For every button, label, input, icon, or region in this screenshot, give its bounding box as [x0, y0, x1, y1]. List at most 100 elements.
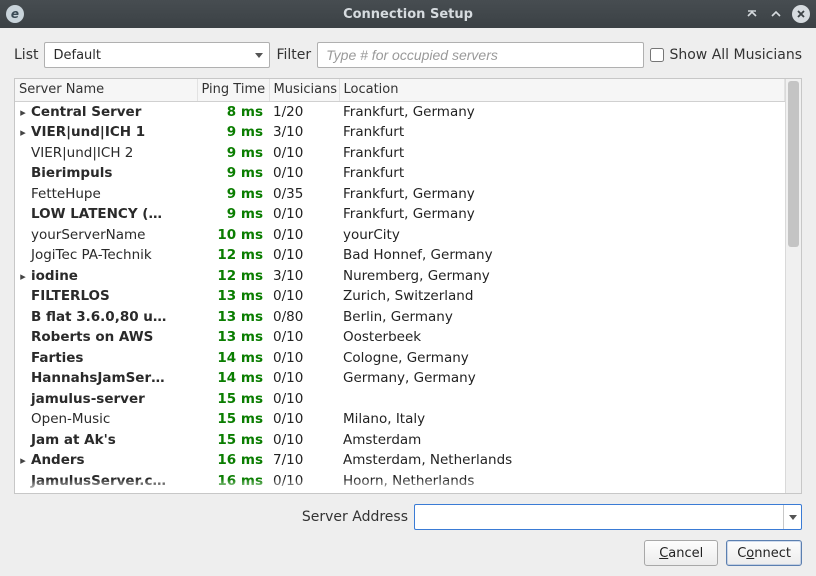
server-address-input[interactable] — [414, 504, 802, 530]
table-row[interactable]: JamulusServer.c…16 ms0/10Hoorn, Netherla… — [15, 471, 785, 492]
show-all-checkbox-input[interactable] — [650, 48, 664, 62]
musicians-value: 7/10 — [269, 450, 339, 471]
col-header-location[interactable]: Location — [339, 79, 785, 101]
ping-value: 15 ms — [197, 389, 269, 410]
expand-icon[interactable]: ▸ — [18, 455, 28, 466]
musicians-value: 3/10 — [269, 122, 339, 143]
server-name: Central Server — [31, 104, 141, 120]
musicians-value: 0/10 — [269, 471, 339, 492]
server-name: Open-Music — [31, 411, 110, 427]
ping-value: 13 ms — [197, 327, 269, 348]
ping-value: 12 ms — [197, 245, 269, 266]
musicians-value: 0/10 — [269, 409, 339, 430]
location-value: Frankfurt — [339, 122, 785, 143]
server-address-dropdown[interactable] — [783, 505, 801, 529]
location-value: Amsterdam — [339, 430, 785, 451]
table-row[interactable]: Open-Music15 ms0/10Milano, Italy — [15, 409, 785, 430]
ping-value: 12 ms — [197, 266, 269, 287]
roll-up-icon[interactable] — [744, 6, 760, 22]
table-row[interactable]: teletalia.com16 ms0/10United States — [15, 491, 785, 493]
musicians-value: 0/10 — [269, 143, 339, 164]
server-name: VIER|und|ICH 1 — [31, 124, 145, 140]
location-value — [339, 389, 785, 410]
table-row[interactable]: Roberts on AWS13 ms0/10Oosterbeek — [15, 327, 785, 348]
location-value: Frankfurt, Germany — [339, 204, 785, 225]
table-row[interactable]: yourServerName10 ms0/10yourCity — [15, 225, 785, 246]
ping-value: 13 ms — [197, 286, 269, 307]
ping-value: 16 ms — [197, 471, 269, 492]
musicians-value: 0/10 — [269, 348, 339, 369]
scrollbar-thumb[interactable] — [788, 81, 799, 247]
show-all-checkbox[interactable]: Show All Musicians — [650, 47, 802, 63]
titlebar: e Connection Setup — [0, 0, 816, 28]
location-value: Bad Honnef, Germany — [339, 245, 785, 266]
table-row[interactable]: VIER|und|ICH 29 ms0/10Frankfurt — [15, 143, 785, 164]
server-name: iodine — [31, 268, 78, 284]
content-area: List Default Filter Show All Musicians S… — [0, 28, 816, 576]
table-header-row: Server Name Ping Time Musicians Location — [15, 79, 785, 101]
table-row[interactable]: B flat 3.6.0,80 u…13 ms0/80Berlin, Germa… — [15, 307, 785, 328]
ping-value: 14 ms — [197, 368, 269, 389]
scrollbar[interactable] — [785, 79, 801, 493]
location-value: yourCity — [339, 225, 785, 246]
list-combo[interactable]: Default — [44, 42, 270, 68]
musicians-value: 0/10 — [269, 430, 339, 451]
expand-icon[interactable]: ▸ — [18, 107, 28, 118]
ping-value: 13 ms — [197, 307, 269, 328]
musicians-value: 0/10 — [269, 389, 339, 410]
table-row[interactable]: ▸VIER|und|ICH 19 ms3/10Frankfurt — [15, 122, 785, 143]
col-header-musicians[interactable]: Musicians — [269, 79, 339, 101]
server-name: Bierimpuls — [31, 165, 112, 181]
server-table: Server Name Ping Time Musicians Location… — [14, 78, 802, 494]
col-header-ping[interactable]: Ping Time — [197, 79, 269, 101]
table-row[interactable]: JogiTec PA-Technik 12 ms0/10Bad Honnef, G… — [15, 245, 785, 266]
location-value: Cologne, Germany — [339, 348, 785, 369]
table-row[interactable]: jamulus-server15 ms0/10 — [15, 389, 785, 410]
musicians-value: 0/10 — [269, 204, 339, 225]
location-value: Amsterdam, Netherlands — [339, 450, 785, 471]
filter-input[interactable] — [317, 42, 644, 68]
close-icon[interactable] — [792, 5, 810, 23]
table-row[interactable]: HannahsJamSer…14 ms0/10Germany, Germany — [15, 368, 785, 389]
connect-button[interactable]: Connect — [726, 540, 802, 566]
musicians-value: 0/10 — [269, 286, 339, 307]
musicians-value: 0/10 — [269, 163, 339, 184]
table-row[interactable]: FetteHupe9 ms0/35Frankfurt, Germany — [15, 184, 785, 205]
top-row: List Default Filter Show All Musicians — [14, 42, 802, 68]
table-row[interactable]: ▸Anders16 ms7/10Amsterdam, Netherlands — [15, 450, 785, 471]
server-name: FILTERLOS — [31, 288, 110, 304]
ping-value: 9 ms — [197, 204, 269, 225]
server-name: Farties — [31, 350, 83, 366]
server-address-label: Server Address — [302, 509, 408, 525]
table-row[interactable]: Bierimpuls9 ms0/10Frankfurt — [15, 163, 785, 184]
expand-icon[interactable]: ▸ — [18, 127, 28, 138]
table-row[interactable]: ▸iodine12 ms3/10Nuremberg, Germany — [15, 266, 785, 287]
musicians-value: 3/10 — [269, 266, 339, 287]
table-row[interactable]: Farties 14 ms0/10Cologne, Germany — [15, 348, 785, 369]
server-name: JogiTec PA-Technik — [31, 247, 152, 263]
ping-value: 15 ms — [197, 409, 269, 430]
ping-value: 9 ms — [197, 184, 269, 205]
col-header-name[interactable]: Server Name — [15, 79, 197, 101]
filter-label: Filter — [276, 47, 311, 63]
location-value: Frankfurt, Germany — [339, 101, 785, 122]
server-name: FetteHupe — [31, 186, 101, 202]
musicians-value: 0/35 — [269, 184, 339, 205]
musicians-value: 0/10 — [269, 245, 339, 266]
server-name: HannahsJamSer… — [31, 370, 165, 386]
ping-value: 16 ms — [197, 491, 269, 493]
expand-icon[interactable]: ▸ — [18, 271, 28, 282]
server-name: JamulusServer.c… — [31, 473, 166, 489]
ping-value: 14 ms — [197, 348, 269, 369]
minimize-icon[interactable] — [768, 6, 784, 22]
ping-value: 8 ms — [197, 101, 269, 122]
table-row[interactable]: LOW LATENCY (…9 ms0/10Frankfurt, Germany — [15, 204, 785, 225]
musicians-value: 1/20 — [269, 101, 339, 122]
table-row[interactable]: Jam at Ak's15 ms0/10Amsterdam — [15, 430, 785, 451]
ping-value: 10 ms — [197, 225, 269, 246]
table-row[interactable]: ▸Central Server 8 ms1/20Frankfurt, German… — [15, 101, 785, 122]
location-value: Berlin, Germany — [339, 307, 785, 328]
server-name: yourServerName — [31, 227, 145, 243]
cancel-button[interactable]: Cancel — [644, 540, 718, 566]
table-row[interactable]: FILTERLOS13 ms0/10Zurich, Switzerland — [15, 286, 785, 307]
